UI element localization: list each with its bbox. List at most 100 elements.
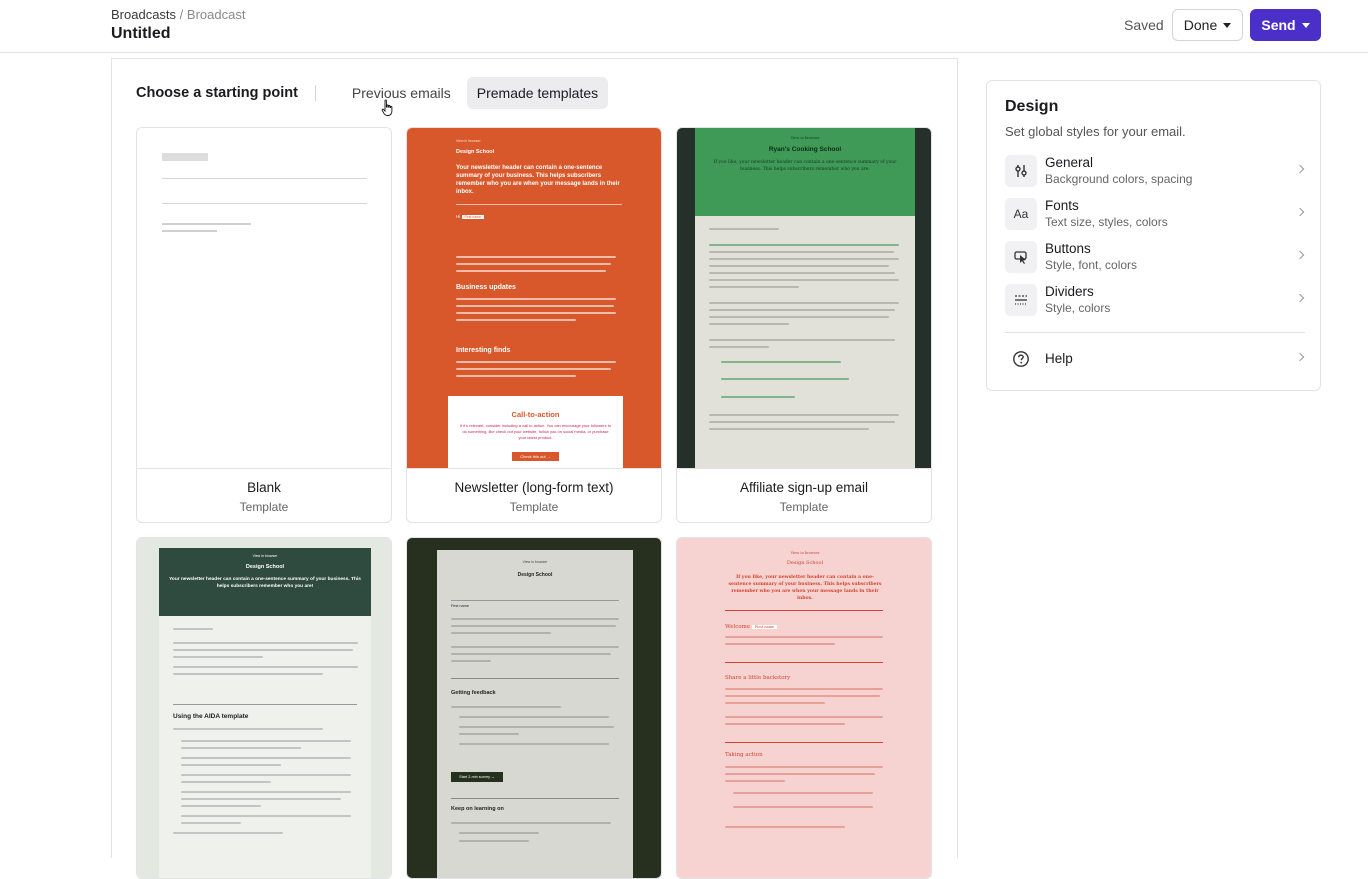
preview-survey-button: Start 2-min survey → xyxy=(451,772,503,782)
preview-section-learning: Keep on learning on xyxy=(451,806,504,812)
design-item-buttons[interactable]: Buttons Style, font, colors xyxy=(1005,239,1305,275)
preview-cta-title: Call-to-action xyxy=(511,410,560,419)
first-name-tag: First name xyxy=(461,215,485,219)
view-in-browser-link: View in browser xyxy=(456,139,481,143)
design-item-help[interactable]: Help xyxy=(1005,341,1305,377)
chevron-right-icon xyxy=(1295,207,1305,217)
breadcrumb-broadcasts[interactable]: Broadcasts xyxy=(111,7,176,22)
template-card-affiliate[interactable]: View in browser Ryan's Cooking School If… xyxy=(676,127,932,523)
preview-body xyxy=(695,216,915,468)
chevron-right-icon xyxy=(1295,293,1305,303)
preview-body: Using the AIDA template xyxy=(159,616,371,878)
template-card-blank[interactable]: Blank Template xyxy=(136,127,392,523)
preview-cta-text: If it's relevant, consider including a c… xyxy=(459,423,612,440)
template-card-newsletter[interactable]: View in browser Design School Your newsl… xyxy=(406,127,662,523)
template-name: Newsletter (long-form text) xyxy=(454,480,614,495)
preview-section-backstory: Share a little backstory xyxy=(725,675,791,681)
preview-section-action: Taking action xyxy=(725,752,763,758)
preview-brand: Design School xyxy=(245,564,285,570)
tabs-divider xyxy=(314,85,316,101)
template-name: Affiliate sign-up email xyxy=(739,480,869,495)
design-item-desc: Style, colors xyxy=(1045,301,1111,315)
chevron-down-icon xyxy=(1223,22,1232,28)
design-title: Design xyxy=(1005,98,1059,115)
saved-status: Saved xyxy=(1124,17,1164,33)
template-chooser: Choose a starting point Previous emails … xyxy=(111,58,958,879)
view-in-browser-link: View in browser xyxy=(790,136,820,140)
chevron-right-icon xyxy=(1295,250,1305,260)
preview-headline: Your newsletter header can contain a one… xyxy=(456,165,620,195)
starting-point-heading: Choose a starting point xyxy=(136,85,298,101)
help-label: Help xyxy=(1045,351,1073,366)
design-item-name: Fonts xyxy=(1045,198,1079,213)
done-button-label: Done xyxy=(1183,17,1218,33)
design-item-dividers[interactable]: Dividers Style, colors xyxy=(1005,282,1305,318)
preview-brand: Design School xyxy=(456,149,495,155)
design-item-desc: Style, font, colors xyxy=(1045,258,1138,272)
breadcrumb-current: Broadcast xyxy=(186,7,246,22)
breadcrumb: Broadcasts / Broadcast xyxy=(111,7,245,22)
preview-cta-box: Call-to-action If it's relevant, conside… xyxy=(448,396,623,468)
preview-welcome: Welcome xyxy=(725,624,751,630)
first-name-tag: First name xyxy=(451,604,469,608)
dividers-icon xyxy=(1005,284,1037,316)
preview-section-aida: Using the AIDA template xyxy=(173,713,249,720)
design-item-name: General xyxy=(1045,155,1094,170)
fonts-icon: Aa xyxy=(1005,198,1037,230)
preview-section-finds: Interesting finds xyxy=(456,347,511,354)
send-button-label: Send xyxy=(1261,17,1296,33)
template-preview-feedback: View in browser Design School First name… xyxy=(407,538,661,878)
design-divider xyxy=(1005,332,1305,333)
view-in-browser-link: View in browser xyxy=(252,554,278,558)
help-icon xyxy=(1005,343,1037,375)
template-preview-welcome: View in browser Design School If you lik… xyxy=(677,538,931,878)
button-cursor-icon xyxy=(1005,241,1037,273)
sliders-icon xyxy=(1005,155,1037,187)
preview-cta-button: Check this out → xyxy=(512,452,559,461)
design-item-fonts[interactable]: Aa Fonts Text size, styles, colors xyxy=(1005,196,1305,232)
template-preview-affiliate: View in browser Ryan's Cooking School If… xyxy=(677,128,931,468)
design-panel: Design Set global styles for your email.… xyxy=(986,80,1321,391)
preview-section-business: Business updates xyxy=(456,284,516,291)
send-button[interactable]: Send xyxy=(1250,9,1321,41)
chevron-right-icon xyxy=(1295,164,1305,174)
template-preview-blank xyxy=(137,128,391,468)
template-card-welcome[interactable]: View in browser Design School If you lik… xyxy=(676,537,932,879)
design-item-general[interactable]: General Background colors, spacing xyxy=(1005,153,1305,189)
breadcrumb-separator: / xyxy=(179,7,184,22)
preview-intro: If you like, your newsletter header can … xyxy=(713,160,897,172)
page-title[interactable]: Untitled xyxy=(111,25,171,43)
template-preview-aida: View in browser Design School Your newsl… xyxy=(137,538,391,878)
template-type: Template xyxy=(779,500,829,514)
preview-brand: Design School xyxy=(517,572,553,578)
template-card-aida[interactable]: View in browser Design School Your newsl… xyxy=(136,537,392,879)
template-type: Template xyxy=(509,500,559,514)
preview-headline: If you like, your newsletter header can … xyxy=(728,575,882,601)
top-bar: Broadcasts / Broadcast Untitled Saved Do… xyxy=(0,0,1368,53)
template-name: Blank xyxy=(247,480,281,495)
hand-cursor-icon xyxy=(381,99,393,116)
preview-brand: Design School xyxy=(786,560,824,566)
design-item-desc: Background colors, spacing xyxy=(1045,172,1193,186)
first-name-tag: First name xyxy=(751,625,778,629)
chevron-down-icon xyxy=(1301,22,1310,28)
template-card-feedback[interactable]: View in browser Design School First name… xyxy=(406,537,662,879)
preview-brand: Ryan's Cooking School xyxy=(768,146,842,153)
design-subtitle: Set global styles for your email. xyxy=(1005,124,1186,139)
tab-premade-templates[interactable]: Premade templates xyxy=(466,77,609,109)
template-caption: Newsletter (long-form text) Template xyxy=(407,468,661,522)
done-button[interactable]: Done xyxy=(1172,9,1243,41)
template-caption: Affiliate sign-up email Template xyxy=(677,468,931,522)
tab-previous-emails[interactable]: Previous emails xyxy=(342,77,461,109)
preview-section-feedback: Getting feedback xyxy=(451,690,496,696)
design-item-desc: Text size, styles, colors xyxy=(1045,215,1168,229)
design-item-name: Dividers xyxy=(1045,284,1094,299)
starting-point-tabs: Choose a starting point Previous emails … xyxy=(136,77,609,109)
template-type: Template xyxy=(239,500,289,514)
template-preview-newsletter: View in browser Design School Your newsl… xyxy=(407,128,661,468)
chevron-right-icon xyxy=(1295,352,1305,362)
view-in-browser-link: View in browser xyxy=(522,560,548,564)
design-item-name: Buttons xyxy=(1045,241,1091,256)
preview-greeting: Hi xyxy=(456,214,461,219)
template-caption: Blank Template xyxy=(137,468,391,522)
